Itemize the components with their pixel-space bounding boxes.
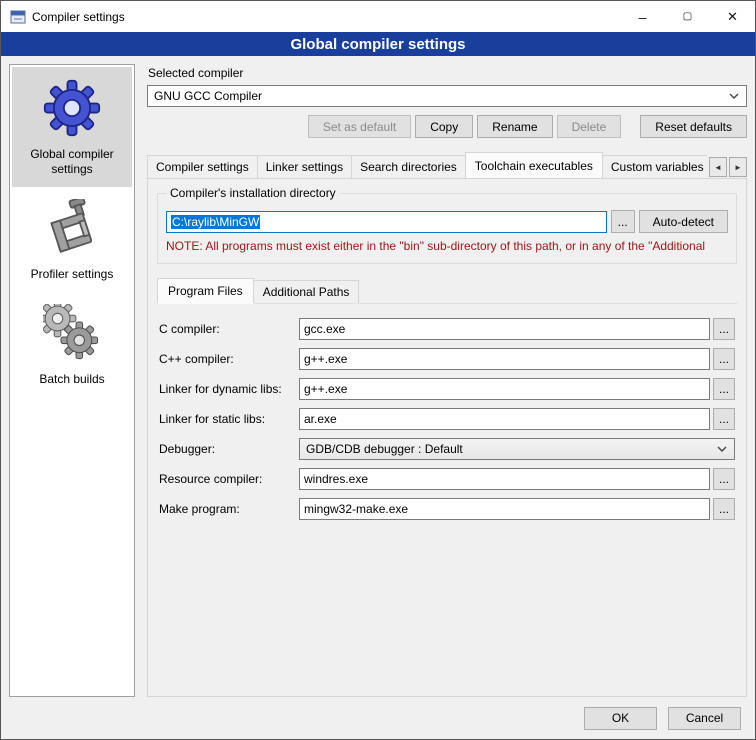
static-linker-label: Linker for static libs: [159,412,299,426]
installation-directory-row: C:\raylib\MinGW ... Auto-detect [166,210,728,233]
sidebar-item-profiler-settings[interactable]: Profiler settings [12,187,132,292]
selected-compiler-combobox[interactable]: GNU GCC Compiler [147,85,747,107]
sidebar-item-label: Batch builds [39,372,104,387]
tab-scroll-left-icon[interactable]: ◄ [709,157,727,177]
settings-category-list: Global compiler settings Profiler settin… [9,64,135,697]
subtab-program-files[interactable]: Program Files [157,278,254,304]
tab-toolchain-executables[interactable]: Toolchain executables [465,152,603,178]
sidebar-item-label: Global compiler settings [15,147,129,177]
rename-button[interactable]: Rename [477,115,552,138]
reset-defaults-button[interactable]: Reset defaults [640,115,747,138]
subtab-additional-paths[interactable]: Additional Paths [253,280,360,303]
tab-linker-settings[interactable]: Linker settings [257,155,352,178]
toolchain-executables-page: Compiler's installation directory C:\ray… [147,178,747,697]
c-compiler-value: gcc.exe [304,322,345,336]
debugger-combobox[interactable]: GDB/CDB debugger : Default [299,438,735,460]
dynamic-linker-browse-button[interactable]: ... [713,378,735,400]
chevron-down-icon [729,93,739,99]
clamp-icon [43,199,101,257]
cpp-compiler-browse-button[interactable]: ... [713,348,735,370]
cpp-compiler-value: g++.exe [304,352,347,366]
make-program-browse-button[interactable]: ... [713,498,735,520]
titlebar: Compiler settings – ▢ ✕ [1,1,755,32]
tab-search-directories[interactable]: Search directories [351,155,466,178]
dynamic-linker-label: Linker for dynamic libs: [159,382,299,396]
cpp-compiler-input[interactable]: g++.exe [299,348,710,370]
dialog-header: Global compiler settings [1,32,755,56]
toolchain-subtabs: Program Files Additional Paths [157,278,737,303]
make-program-label: Make program: [159,502,299,516]
bin-subdirectory-note: NOTE: All programs must exist either in … [166,239,728,253]
resource-compiler-row: Resource compiler: windres.exe ... [159,468,735,490]
resource-compiler-value: windres.exe [304,472,368,486]
copy-button[interactable]: Copy [415,115,473,138]
c-compiler-row: C compiler: gcc.exe ... [159,318,735,340]
c-compiler-browse-button[interactable]: ... [713,318,735,340]
selected-compiler-label: Selected compiler [148,66,747,80]
tab-compiler-settings[interactable]: Compiler settings [147,155,258,178]
installation-directory-value: C:\raylib\MinGW [171,215,260,229]
ok-button[interactable]: OK [584,707,657,730]
make-program-row: Make program: mingw32-make.exe ... [159,498,735,520]
static-linker-row: Linker for static libs: ar.exe ... [159,408,735,430]
c-compiler-input[interactable]: gcc.exe [299,318,710,340]
tab-scroll-right-icon[interactable]: ► [729,157,747,177]
tab-scroll-buttons: ◄ ► [709,157,747,177]
debugger-value: GDB/CDB debugger : Default [306,442,463,456]
dynamic-linker-row: Linker for dynamic libs: g++.exe ... [159,378,735,400]
tab-custom-variables[interactable]: Custom variables [602,155,707,178]
minimize-button[interactable]: – [620,1,665,32]
make-program-value: mingw32-make.exe [304,502,408,516]
set-as-default-button: Set as default [308,115,411,138]
sidebar-item-batch-builds[interactable]: Batch builds [12,292,132,397]
cancel-button[interactable]: Cancel [668,707,741,730]
auto-detect-button[interactable]: Auto-detect [639,210,728,233]
dynamic-linker-value: g++.exe [304,382,347,396]
delete-button: Delete [557,115,622,138]
dialog-body: Global compiler settings Profiler settin… [1,56,755,697]
app-icon [10,9,26,25]
window-title: Compiler settings [32,10,620,24]
browse-directory-button[interactable]: ... [611,210,635,233]
blue-gear-icon [43,79,101,137]
resource-compiler-label: Resource compiler: [159,472,299,486]
c-compiler-label: C compiler: [159,322,299,336]
sidebar-item-label: Profiler settings [31,267,114,282]
static-linker-input[interactable]: ar.exe [299,408,710,430]
static-linker-browse-button[interactable]: ... [713,408,735,430]
resource-compiler-input[interactable]: windres.exe [299,468,710,490]
dynamic-linker-input[interactable]: g++.exe [299,378,710,400]
chevron-down-icon [717,446,727,452]
static-linker-value: ar.exe [304,412,337,426]
main-panel: Selected compiler GNU GCC Compiler Set a… [147,64,747,697]
selected-compiler-value: GNU GCC Compiler [154,89,262,103]
close-button[interactable]: ✕ [710,1,755,32]
installation-directory-group-title: Compiler's installation directory [166,186,340,200]
gray-gears-icon [43,304,101,362]
dialog-footer: OK Cancel [1,697,755,739]
installation-directory-group: Compiler's installation directory C:\ray… [157,193,737,264]
make-program-input[interactable]: mingw32-make.exe [299,498,710,520]
settings-tabstrip: Compiler settings Linker settings Search… [147,152,747,178]
debugger-label: Debugger: [159,442,299,456]
installation-directory-input[interactable]: C:\raylib\MinGW [166,211,607,233]
compiler-settings-dialog: Compiler settings – ▢ ✕ Global compiler … [0,0,756,740]
sidebar-item-global-compiler-settings[interactable]: Global compiler settings [12,67,132,187]
settings-tabs: Compiler settings Linker settings Search… [147,152,707,178]
compiler-button-row: Set as default Copy Rename Delete Reset … [147,115,747,138]
cpp-compiler-row: C++ compiler: g++.exe ... [159,348,735,370]
debugger-row: Debugger: GDB/CDB debugger : Default [159,438,735,460]
resource-compiler-browse-button[interactable]: ... [713,468,735,490]
program-files-page: C compiler: gcc.exe ... C++ compiler: g+… [157,303,737,524]
maximize-button[interactable]: ▢ [665,1,710,32]
cpp-compiler-label: C++ compiler: [159,352,299,366]
